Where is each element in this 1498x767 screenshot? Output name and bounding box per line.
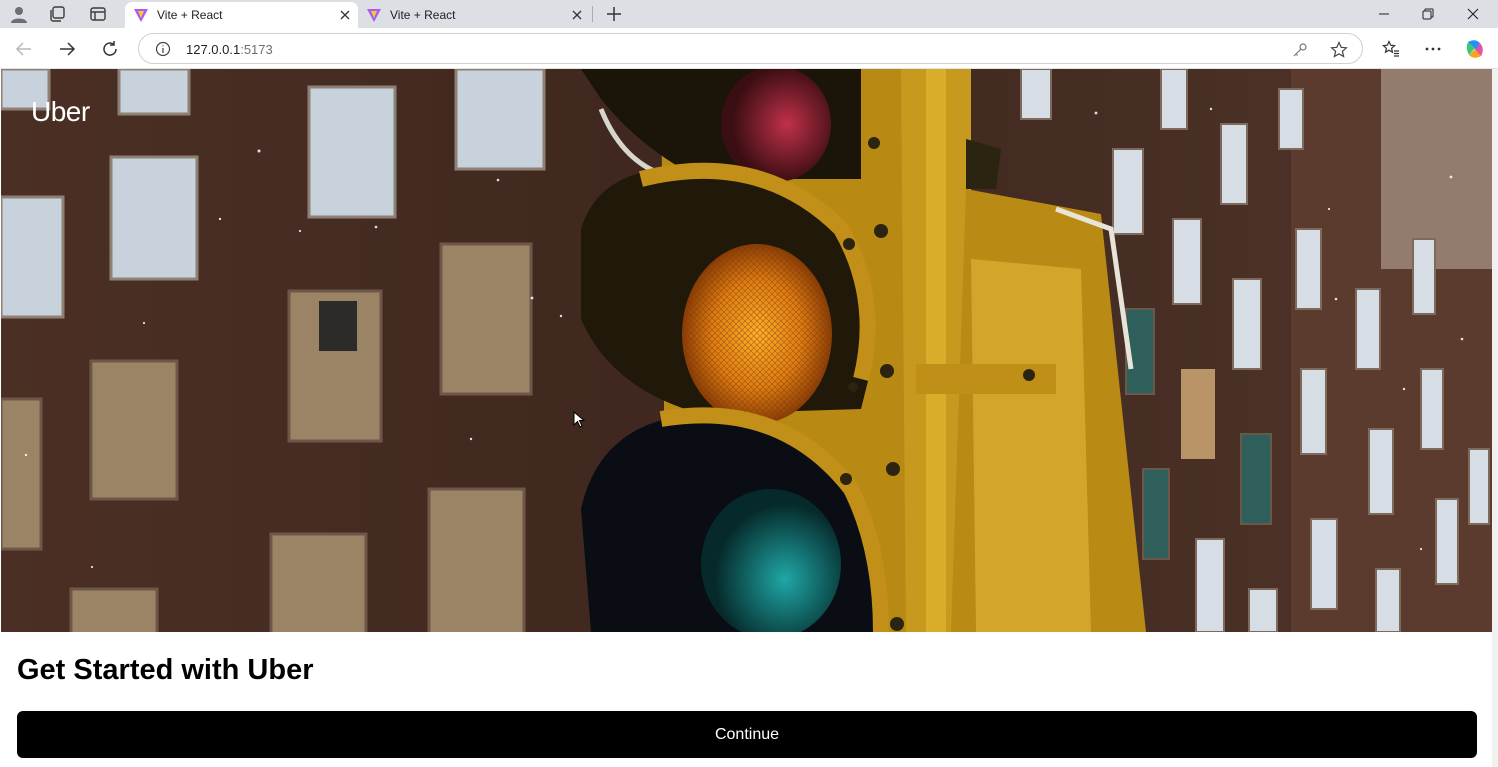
back-icon[interactable] bbox=[10, 35, 38, 63]
vite-icon bbox=[133, 7, 149, 23]
hero-image: Uber bbox=[1, 69, 1492, 632]
new-tab-icon[interactable] bbox=[602, 3, 626, 25]
tab-strip: Vite + React Vite + React bbox=[0, 0, 1498, 28]
scrollbar[interactable] bbox=[1492, 69, 1498, 767]
address-bar[interactable]: 127.0.0.1:5173 bbox=[138, 33, 1363, 64]
page-heading: Get Started with Uber bbox=[17, 654, 314, 686]
continue-button[interactable]: Continue bbox=[17, 711, 1477, 758]
close-window-icon[interactable] bbox=[1451, 0, 1495, 28]
favorites-icon[interactable] bbox=[1377, 35, 1405, 63]
browser-toolbar: 127.0.0.1:5173 bbox=[0, 28, 1498, 69]
tab-vite-react[interactable]: Vite + React bbox=[358, 2, 590, 28]
tab-title: Vite + React bbox=[390, 8, 456, 22]
restore-icon[interactable] bbox=[1406, 0, 1450, 28]
site-info-icon[interactable] bbox=[154, 40, 172, 58]
tab-title: Vite + React bbox=[157, 8, 223, 22]
url-port: :5173 bbox=[240, 42, 273, 57]
star-icon[interactable] bbox=[1329, 40, 1349, 60]
url-text[interactable]: 127.0.0.1:5173 bbox=[186, 42, 273, 57]
close-icon[interactable] bbox=[568, 6, 586, 24]
vite-icon bbox=[366, 7, 382, 23]
refresh-icon[interactable] bbox=[96, 35, 124, 63]
close-icon[interactable] bbox=[336, 6, 354, 24]
mouse-cursor-icon bbox=[573, 411, 585, 428]
key-icon[interactable] bbox=[1290, 40, 1310, 60]
tab-vite-react-active[interactable]: Vite + React bbox=[125, 2, 358, 28]
uber-logo[interactable]: Uber bbox=[31, 96, 90, 128]
forward-icon[interactable] bbox=[53, 35, 81, 63]
profile-icon[interactable] bbox=[7, 3, 31, 25]
tab-separator bbox=[592, 6, 593, 22]
page-viewport: Uber Get Started with Uber Continue bbox=[1, 69, 1492, 767]
copilot-icon[interactable] bbox=[1461, 35, 1489, 63]
minimize-icon[interactable] bbox=[1362, 0, 1406, 28]
workspaces-icon[interactable] bbox=[45, 3, 69, 25]
more-icon[interactable] bbox=[1419, 35, 1447, 63]
url-host: 127.0.0.1 bbox=[186, 42, 241, 57]
tab-actions-icon[interactable] bbox=[86, 3, 110, 25]
